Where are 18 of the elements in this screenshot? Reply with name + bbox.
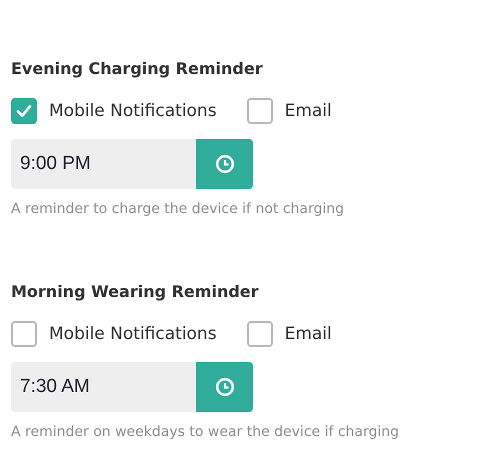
section-title: Evening Charging Reminder [11, 58, 264, 80]
clock-icon [214, 154, 234, 174]
time-input[interactable]: 7:30 AM [11, 362, 196, 412]
checkbox[interactable] [246, 98, 273, 124]
section-title: Morning Wearing Reminder [11, 281, 260, 303]
clock-button[interactable] [196, 362, 253, 412]
hint-text: A reminder to charge the device if not charging [11, 201, 346, 217]
hint-text: A reminder on weekdays to wear the device if charging [11, 424, 400, 440]
checkbox[interactable] [11, 98, 37, 124]
clock-icon [214, 377, 234, 397]
checkbox-label[interactable]: Email [284, 101, 332, 121]
time-input[interactable]: 9:00 PM [11, 139, 196, 189]
checkbox-label[interactable]: Mobile Notifications [49, 324, 217, 344]
clock-button[interactable] [196, 139, 253, 189]
checkbox[interactable] [246, 321, 273, 347]
checkbox-label[interactable]: Email [284, 324, 332, 344]
checkbox[interactable] [11, 321, 37, 347]
checkbox-label[interactable]: Mobile Notifications [49, 101, 217, 121]
